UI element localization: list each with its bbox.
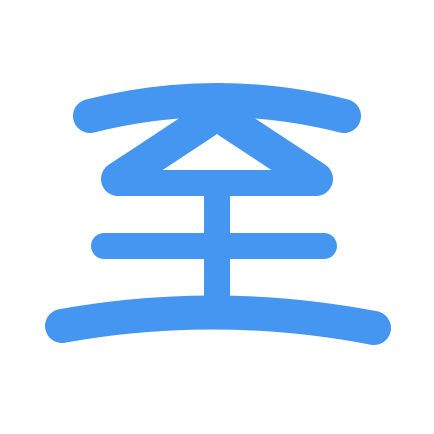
zhi-character-logo-icon: 至 — [45, 83, 391, 345]
logo-canvas: 至 — [0, 0, 434, 434]
bottom-stroke — [45, 295, 391, 345]
